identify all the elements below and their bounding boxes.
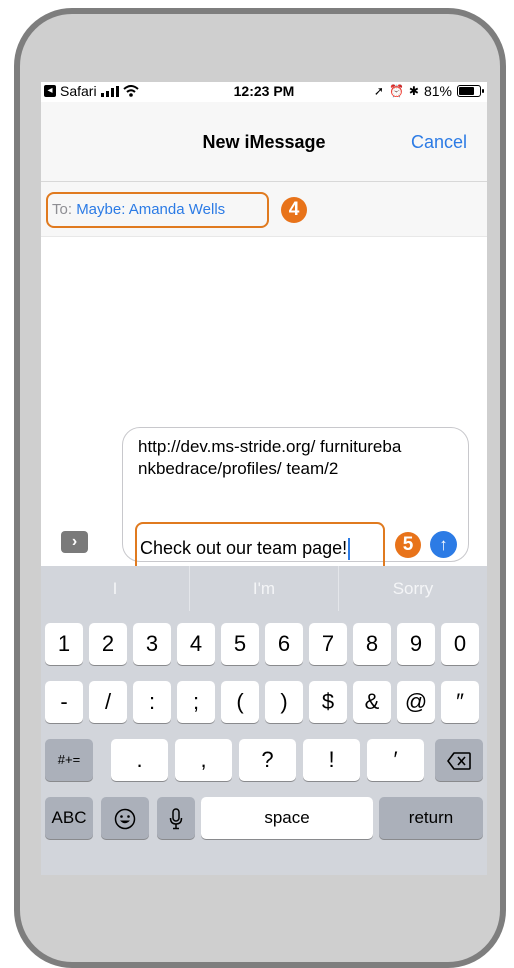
send-button[interactable]: ↑ [430, 531, 457, 558]
key-ampersand[interactable]: & [353, 681, 391, 723]
key-2[interactable]: 2 [89, 623, 127, 665]
key-apostrophe[interactable]: ′ [367, 739, 424, 781]
phone-screen: ◂ Safari 12:23 PM ➚ ⏰ ✱ 81% New iMessage… [41, 82, 487, 875]
battery-percent: 81% [423, 83, 452, 99]
key-dollar[interactable]: $ [309, 681, 347, 723]
key-quote[interactable]: ″ [441, 681, 479, 723]
key-more-symbols[interactable]: #+= [45, 739, 93, 781]
recipient-row: To: Maybe: Amanda Wells 4 [41, 182, 487, 237]
step-4-badge: 4 [281, 197, 307, 223]
key-open-paren[interactable]: ( [221, 681, 259, 723]
text-cursor [348, 538, 351, 561]
key-9[interactable]: 9 [397, 623, 435, 665]
alarm-icon: ⏰ [388, 84, 404, 98]
key-question[interactable]: ? [239, 739, 296, 781]
prediction-item[interactable]: I'm [190, 566, 339, 611]
backspace-key[interactable] [435, 739, 483, 781]
key-0[interactable]: 0 [441, 623, 479, 665]
step-5-badge: 5 [395, 532, 421, 558]
key-period[interactable]: . [111, 739, 168, 781]
prediction-item[interactable]: I [41, 566, 190, 611]
message-input[interactable]: http://dev.ms-stride.org/ furniturebankb… [122, 427, 469, 574]
arrow-up-icon: ↑ [439, 535, 448, 554]
keyboard: 1 2 3 4 5 6 7 8 9 0 - / : ; ( ) $ & @ ″ … [41, 611, 487, 875]
emoji-key[interactable] [101, 797, 149, 839]
recipient-name[interactable]: Maybe: Amanda Wells [76, 201, 225, 218]
key-comma[interactable]: , [175, 739, 232, 781]
key-6[interactable]: 6 [265, 623, 303, 665]
return-key[interactable]: return [379, 797, 483, 839]
message-text: Check out our team page! [140, 538, 348, 558]
backspace-icon [447, 752, 471, 770]
chevron-right-icon: › [71, 533, 78, 550]
key-semicolon[interactable]: ; [177, 681, 215, 723]
status-bar: ◂ Safari 12:23 PM ➚ ⏰ ✱ 81% [41, 82, 487, 102]
key-exclamation[interactable]: ! [303, 739, 360, 781]
key-close-paren[interactable]: ) [265, 681, 303, 723]
key-at[interactable]: @ [397, 681, 435, 723]
to-label: To: [52, 201, 73, 218]
url-text: http://dev.ms-stride.org/ furniturebankb… [138, 437, 402, 478]
status-right: ➚ ⏰ ✱ 81% [373, 83, 484, 99]
cancel-button[interactable]: Cancel [411, 132, 467, 153]
key-4[interactable]: 4 [177, 623, 215, 665]
prediction-item[interactable]: Sorry [339, 566, 487, 611]
microphone-icon [169, 808, 183, 830]
key-8[interactable]: 8 [353, 623, 391, 665]
key-1[interactable]: 1 [45, 623, 83, 665]
expand-apps-button[interactable]: › [61, 531, 88, 553]
key-7[interactable]: 7 [309, 623, 347, 665]
predictive-bar: I I'm Sorry [41, 566, 487, 611]
battery-icon [457, 85, 484, 97]
dictation-key[interactable] [157, 797, 195, 839]
key-5[interactable]: 5 [221, 623, 259, 665]
space-key[interactable]: space [201, 797, 373, 839]
nav-bar: New iMessage Cancel [41, 102, 487, 182]
key-slash[interactable]: / [89, 681, 127, 723]
recipient-field[interactable]: To: Maybe: Amanda Wells [46, 192, 269, 228]
location-icon: ➚ [373, 84, 384, 98]
key-hyphen[interactable]: - [45, 681, 83, 723]
emoji-icon [114, 808, 136, 830]
key-colon[interactable]: : [133, 681, 171, 723]
key-3[interactable]: 3 [133, 623, 171, 665]
bluetooth-icon: ✱ [408, 84, 419, 98]
key-abc[interactable]: ABC [45, 797, 93, 839]
